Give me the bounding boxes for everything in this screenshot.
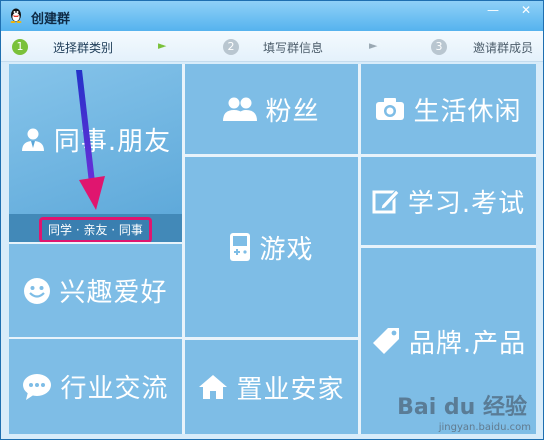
category-subtitle: 同学 · 亲友 · 同事 xyxy=(39,217,152,242)
watermark-url: jingyan.baidu.com xyxy=(438,422,531,433)
category-label: 学习.考试 xyxy=(407,188,526,219)
category-label: 游戏 xyxy=(259,234,314,265)
camera-icon xyxy=(376,98,405,120)
qq-penguin-icon xyxy=(10,8,22,23)
category-industry[interactable]: 行业交流 xyxy=(9,339,182,434)
step-1-number: 1 xyxy=(12,39,28,55)
category-hobbies[interactable]: 兴趣爱好 xyxy=(9,244,182,337)
category-leisure[interactable]: 生活休闲 xyxy=(361,64,536,154)
step-arrow-icon: ► xyxy=(158,39,167,52)
step-1-label: 选择群类别 xyxy=(53,41,114,55)
people-icon xyxy=(223,97,258,121)
step-3-label: 邀请群成员 xyxy=(473,41,534,55)
category-label: 粉丝 xyxy=(265,96,320,127)
category-label: 生活休闲 xyxy=(413,96,522,127)
close-button[interactable]: ✕ xyxy=(512,1,540,19)
step-arrow-icon: ► xyxy=(369,39,378,52)
create-group-window: 创建群 — ✕ 1 选择群类别 ► 2 填写群信息 ► 3 邀请群成员 同事.朋… xyxy=(0,0,544,440)
category-games[interactable]: 游戏 xyxy=(185,157,358,337)
category-label: 兴趣爱好 xyxy=(59,278,168,308)
window-title: 创建群 xyxy=(31,12,71,27)
annotation-arrow-icon xyxy=(76,70,105,210)
house-icon xyxy=(199,375,228,399)
step-2-number: 2 xyxy=(223,39,239,55)
person-icon xyxy=(21,128,44,151)
category-label: 品牌.产品 xyxy=(408,328,527,359)
category-fans[interactable]: 粉丝 xyxy=(185,64,358,154)
smile-icon xyxy=(24,277,51,304)
minimize-button[interactable]: — xyxy=(479,1,507,19)
category-study[interactable]: 学习.考试 xyxy=(361,157,536,245)
category-subtitle-bar: 同学 · 亲友 · 同事 xyxy=(9,214,182,242)
tag-icon xyxy=(372,328,399,354)
step-bar: 1 选择群类别 ► 2 填写群信息 ► 3 邀请群成员 xyxy=(1,31,543,62)
edit-icon xyxy=(372,189,400,214)
category-label: 置业安家 xyxy=(236,374,345,405)
chat-icon xyxy=(23,373,52,400)
step-3-number: 3 xyxy=(431,39,447,55)
watermark-logo: Bai du 经验 xyxy=(397,395,527,420)
title-bar: 创建群 — ✕ xyxy=(1,1,543,31)
category-property[interactable]: 置业安家 xyxy=(185,340,358,434)
gamepad-icon xyxy=(230,233,251,261)
category-grid: 同事.朋友 同学 · 亲友 · 同事 兴趣爱好 行业交流 粉丝 游戏 置业安家 … xyxy=(9,64,536,434)
category-label: 行业交流 xyxy=(60,374,169,404)
step-2-label: 填写群信息 xyxy=(263,41,324,55)
